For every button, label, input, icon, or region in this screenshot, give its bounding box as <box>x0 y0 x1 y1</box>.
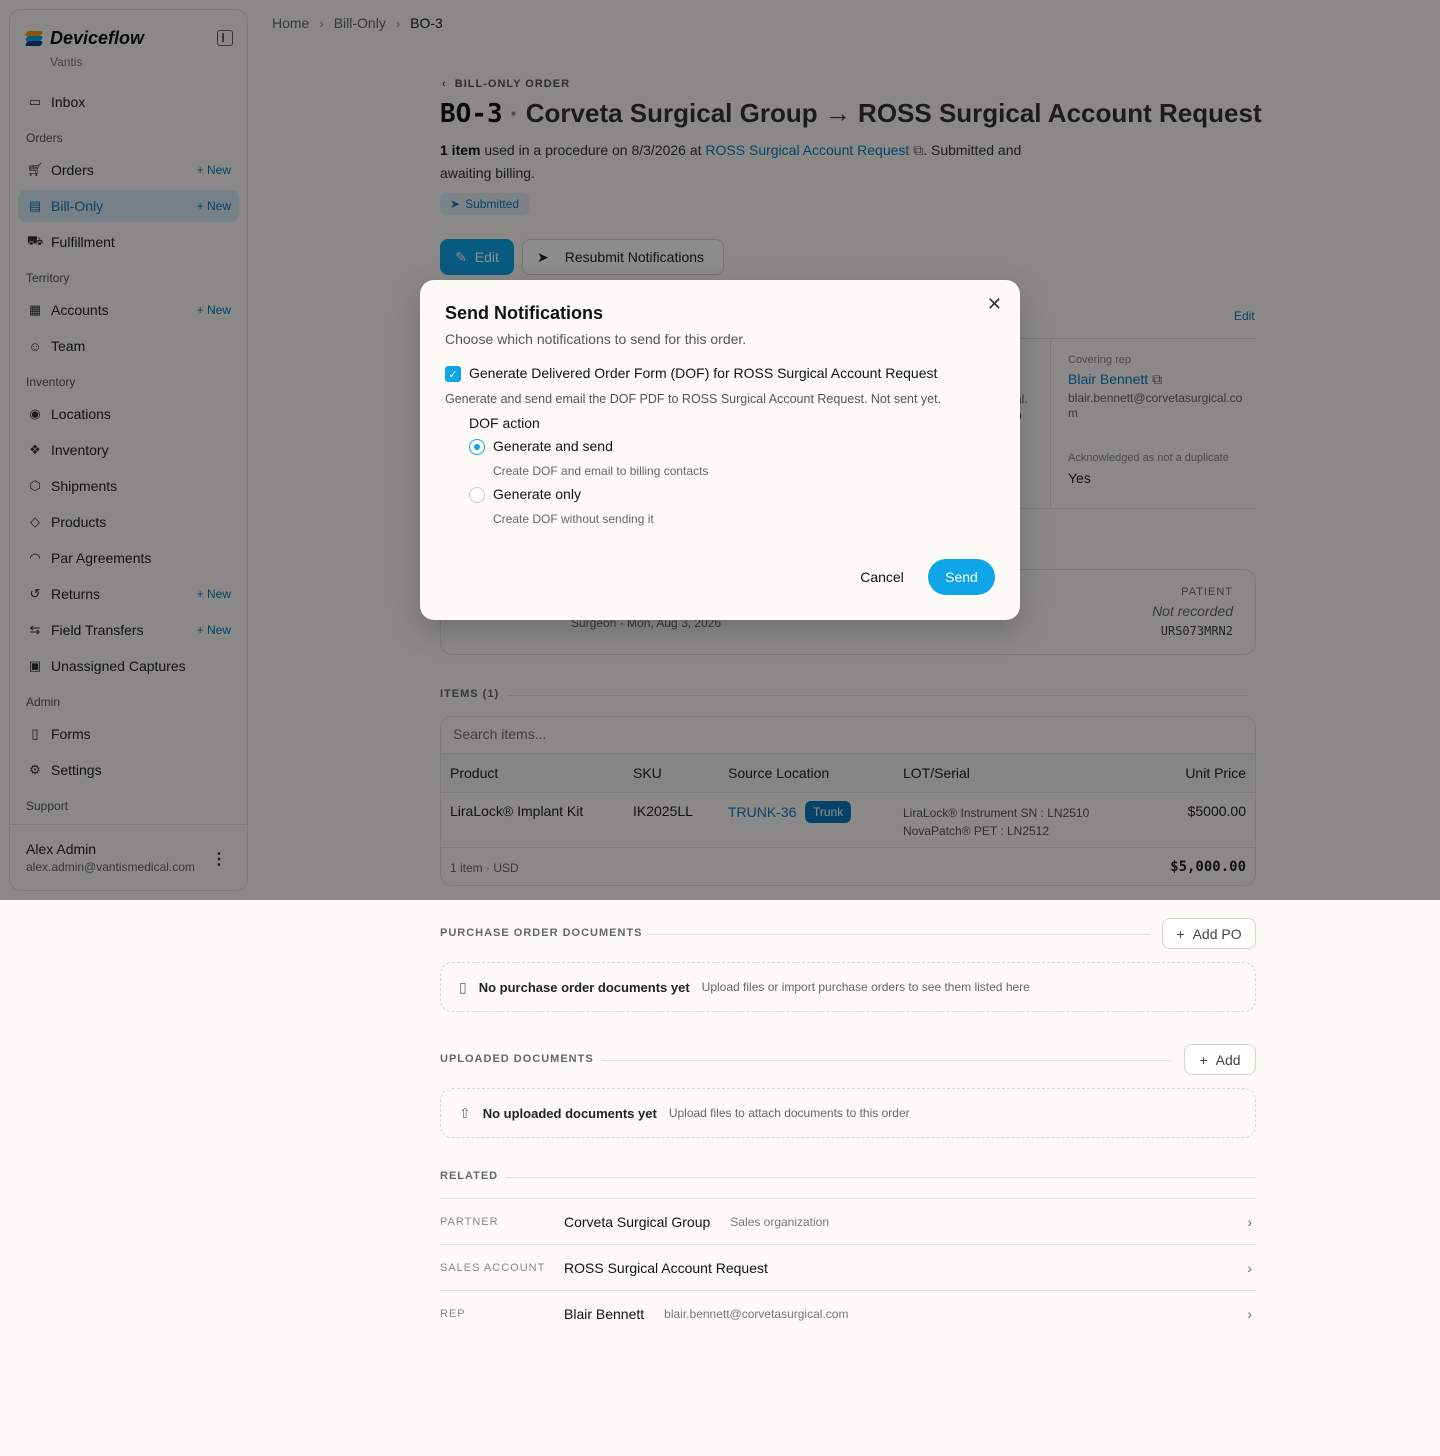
po-docs-heading: PURCHASE ORDER DOCUMENTS <box>440 927 643 939</box>
uploaded-docs-heading: UPLOADED DOCUMENTS <box>440 1053 594 1065</box>
radio-label[interactable]: Generate only <box>493 486 581 502</box>
dialog-subtitle: Choose which notifications to send for t… <box>445 331 747 347</box>
send-button[interactable]: Send <box>928 559 995 595</box>
chevron-right-icon: › <box>1247 1305 1252 1322</box>
send-notifications-dialog: Send Notifications Choose which notifica… <box>420 280 1020 620</box>
radio-generate-only[interactable] <box>469 487 485 503</box>
close-icon[interactable]: ✕ <box>987 294 1002 315</box>
related-sales-account-row[interactable]: SALES ACCOUNT ROSS Surgical Account Requ… <box>440 1244 1256 1290</box>
divider <box>506 1177 1256 1178</box>
add-document-button[interactable]: + Add <box>1184 1044 1256 1075</box>
related-rep-row[interactable]: REP Blair Bennett blair.bennett@corvetas… <box>440 1290 1256 1336</box>
related-partner-row[interactable]: PARTNER Corveta Surgical Group Sales org… <box>440 1198 1256 1244</box>
plus-icon: + <box>1176 925 1185 942</box>
generate-dof-label[interactable]: Generate Delivered Order Form (DOF) for … <box>469 365 937 381</box>
divider <box>602 1060 1172 1061</box>
generate-dof-checkbox[interactable]: ✓ <box>445 366 461 382</box>
radio-generate-and-send[interactable] <box>469 439 485 455</box>
dialog-title: Send Notifications <box>445 303 604 323</box>
radio-label[interactable]: Generate and send <box>493 438 613 454</box>
plus-icon: + <box>1199 1051 1208 1068</box>
generate-dof-description: Generate and send email the DOF PDF to R… <box>445 392 942 406</box>
chevron-right-icon: › <box>1247 1259 1252 1276</box>
po-docs-empty-state: ▯ No purchase order documents yet Upload… <box>440 962 1256 1012</box>
dof-action-label: DOF action <box>469 415 540 431</box>
add-po-button[interactable]: + Add PO <box>1162 918 1256 949</box>
uploaded-docs-empty-state: ⇧ No uploaded documents yet Upload files… <box>440 1088 1256 1138</box>
radio-description: Create DOF without sending it <box>493 512 654 526</box>
upload-icon: ⇧ <box>459 1104 471 1121</box>
radio-description: Create DOF and email to billing contacts <box>493 464 709 478</box>
cancel-button[interactable]: Cancel <box>850 559 914 595</box>
file-icon: ▯ <box>459 978 467 995</box>
divider <box>646 934 1150 935</box>
chevron-right-icon: › <box>1247 1213 1252 1230</box>
related-heading: RELATED <box>440 1170 499 1182</box>
